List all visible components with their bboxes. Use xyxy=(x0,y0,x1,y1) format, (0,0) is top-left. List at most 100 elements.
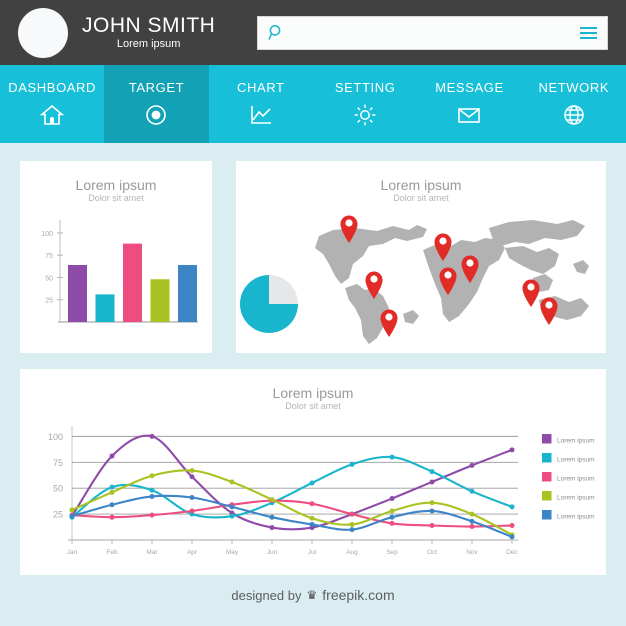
line-data-point xyxy=(509,534,515,540)
line-data-point xyxy=(149,473,155,479)
line-data-point xyxy=(429,479,435,485)
line-data-point xyxy=(109,484,115,490)
svg-text:Feb: Feb xyxy=(106,549,118,556)
line-data-point xyxy=(309,501,315,507)
line-data-point xyxy=(469,462,475,468)
line-chart: 25 50 75 100 Jan Feb Mar Apr May Jun Jul Aug Sep Oct… xyxy=(48,426,595,556)
nav-label: CHART xyxy=(237,80,285,95)
map-pin-dot xyxy=(439,237,447,245)
nav-label: TARGET xyxy=(128,80,185,95)
user-subtitle: Lorem ipsum xyxy=(116,37,181,50)
line-data-point xyxy=(469,518,475,524)
chart-icon xyxy=(251,106,271,124)
bar xyxy=(150,279,170,322)
svg-text:75: 75 xyxy=(53,458,63,468)
line-data-point xyxy=(509,522,515,528)
map-pin-dot xyxy=(370,275,378,283)
line-data-point xyxy=(429,508,435,514)
nav-item-target[interactable]: TARGET xyxy=(104,65,209,143)
legend-label: Lorem ipsum xyxy=(557,514,595,521)
search-icon xyxy=(268,25,281,40)
nav-item-network[interactable]: NETWORK xyxy=(522,65,626,143)
line-data-point xyxy=(349,527,355,533)
pie-slice-secondary xyxy=(269,275,298,304)
svg-text:Mar: Mar xyxy=(146,549,158,556)
footer-brand: freepik.com xyxy=(322,587,395,603)
nav-label: DASHBOARD xyxy=(8,80,97,95)
legend-swatch xyxy=(542,453,552,463)
line-data-point xyxy=(189,468,195,474)
line-data-point xyxy=(389,454,395,460)
nav-item-setting[interactable]: SETTING xyxy=(313,65,417,143)
nav-label: MESSAGE xyxy=(435,80,504,95)
map-pin-dot xyxy=(466,259,474,267)
card-subtitle: Dolor sit amet xyxy=(393,193,449,203)
app-header: JOHN SMITH Lorem ipsum xyxy=(0,0,626,65)
line-data-point xyxy=(149,493,155,499)
nav-label: SETTING xyxy=(334,80,396,95)
svg-text:Sep: Sep xyxy=(386,549,398,556)
line-data-point xyxy=(69,513,75,519)
hamburger-menu-icon[interactable] xyxy=(580,26,597,39)
line-data-point xyxy=(109,502,115,508)
svg-text:Aug: Aug xyxy=(346,549,358,556)
line-data-point xyxy=(429,500,435,506)
search-bar[interactable] xyxy=(257,15,608,50)
nav-label: NETWORK xyxy=(538,80,610,95)
legend-label: Lorem ipsum xyxy=(557,495,595,502)
legend-swatch xyxy=(542,510,552,520)
map-pin-dot xyxy=(444,271,452,279)
svg-text:25: 25 xyxy=(53,510,63,520)
legend-swatch xyxy=(542,434,552,444)
line-data-point xyxy=(349,461,355,467)
pie-chart xyxy=(240,275,298,333)
line-data-point xyxy=(189,474,195,480)
avatar[interactable] xyxy=(18,7,68,58)
line-data-point xyxy=(229,479,235,485)
svg-text:Jun: Jun xyxy=(267,549,278,556)
line-data-point xyxy=(109,489,115,495)
map-pin-dot xyxy=(385,313,393,321)
line-data-point xyxy=(109,514,115,520)
legend-swatch xyxy=(542,491,552,501)
line-data-point xyxy=(149,433,155,439)
line-data-point xyxy=(509,504,515,510)
line-data-point xyxy=(149,487,155,493)
nav-item-message[interactable]: MESSAGE xyxy=(417,65,521,143)
nav-item-chart[interactable]: CHART xyxy=(209,65,313,143)
map-pin-dot xyxy=(527,283,535,291)
svg-text:Nov: Nov xyxy=(466,549,478,556)
line-data-point xyxy=(109,453,115,459)
line-data-point xyxy=(309,515,315,521)
line-data-point xyxy=(349,511,355,517)
bar xyxy=(123,243,142,322)
line-data-point xyxy=(69,507,75,513)
world-map xyxy=(240,215,589,344)
home-icon xyxy=(39,104,65,125)
nav-item-dashboard[interactable]: DASHBOARD xyxy=(0,65,104,143)
user-name: JOHN SMITH xyxy=(82,13,216,37)
line-data-point xyxy=(309,521,315,527)
svg-text:75: 75 xyxy=(45,253,53,260)
svg-text:Apr: Apr xyxy=(187,549,198,556)
bar xyxy=(95,294,115,322)
line-data-point xyxy=(229,504,235,510)
line-data-point xyxy=(389,508,395,514)
line-data-point xyxy=(229,513,235,519)
svg-text:Jan: Jan xyxy=(67,549,78,556)
dashboard-app: JOHN SMITH Lorem ipsum DASHBOARD TARGET xyxy=(0,0,626,626)
line-data-point xyxy=(149,512,155,518)
map-pin-dot xyxy=(345,219,353,227)
svg-text:Oct: Oct xyxy=(427,549,437,556)
bar xyxy=(68,264,87,322)
line-data-point xyxy=(189,508,195,514)
svg-text:25: 25 xyxy=(45,298,53,305)
map-card: Lorem ipsum Dolor sit amet xyxy=(236,161,606,353)
svg-text:100: 100 xyxy=(48,432,63,442)
search-input[interactable] xyxy=(293,24,580,41)
legend-label: Lorem ipsum xyxy=(557,476,595,483)
envelope-icon xyxy=(458,108,481,123)
footer-prefix: designed by xyxy=(231,587,302,603)
line-data-point xyxy=(269,497,275,503)
line-data-point xyxy=(469,511,475,517)
